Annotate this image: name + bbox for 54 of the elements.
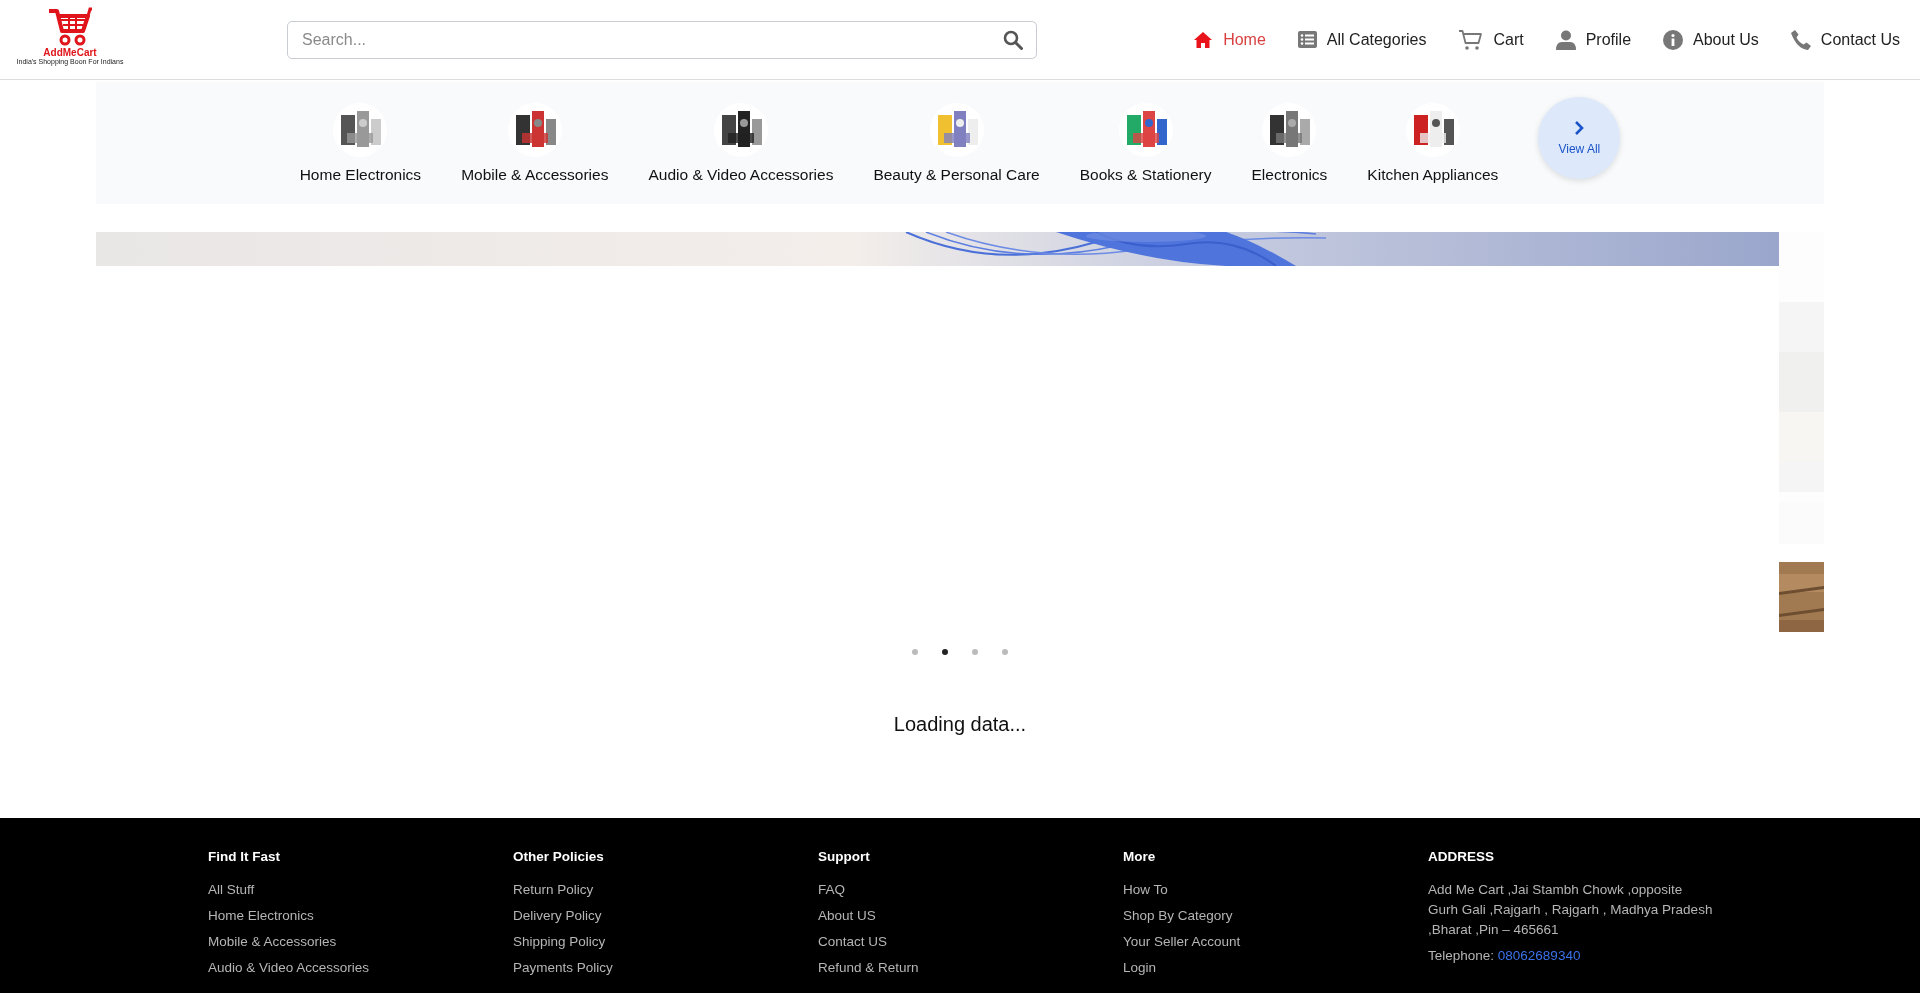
footer-link[interactable]: Mobile & Accessories	[208, 929, 337, 955]
footer-link[interactable]: Shop By Category	[1123, 903, 1233, 929]
category-link[interactable]: Kitchen Appliances	[1367, 165, 1499, 184]
carousel-dot[interactable]	[912, 649, 918, 655]
footer-link[interactable]: Delivery Policy	[513, 903, 602, 929]
nav-link[interactable]: Home	[1193, 30, 1266, 49]
footer-link[interactable]: Contact US	[818, 929, 888, 955]
footer-link[interactable]: How To	[1123, 877, 1168, 903]
nav-link[interactable]: About Us	[1663, 29, 1759, 50]
search-field[interactable]: Search...	[287, 20, 1037, 59]
category-link[interactable]: Electronics	[1251, 165, 1328, 184]
footer-link[interactable]: FAQ	[818, 877, 845, 903]
footer-link[interactable]: Shipping Policy	[513, 929, 606, 955]
category-link[interactable]: Books & Stationery	[1079, 165, 1212, 184]
carousel-dot[interactable]	[942, 649, 948, 655]
phone-link[interactable]: 08062689340	[1497, 948, 1581, 963]
footer-link[interactable]: Refund & Return	[818, 955, 919, 981]
logo-text[interactable]: AddMeCart	[43, 46, 97, 58]
home-icon	[1193, 30, 1214, 49]
footer-heading: Find It Fast	[208, 848, 280, 866]
footer-link[interactable]: Your Seller Account	[1123, 929, 1241, 955]
info-icon	[1663, 29, 1684, 50]
cart-logo-icon	[47, 6, 93, 47]
footer-heading: Other Policies	[513, 848, 604, 866]
user-icon	[1555, 29, 1576, 50]
nav-link[interactable]: All Categories	[1297, 30, 1427, 49]
nav-link[interactable]: Profile	[1555, 29, 1632, 50]
category-link[interactable]: Audio & Video Accessories	[648, 165, 834, 184]
search-icon[interactable]	[1003, 29, 1023, 50]
address-text: Add Me Cart ,Jai Stambh Chowk ,opposite Gurh Gali ,Rajgarh , Rajgarh , Madhya Pradesh ,Bharat ,Pin – 465661	[1428, 881, 1713, 939]
category-link[interactable]: Home Electronics	[299, 165, 422, 184]
phone-icon	[1790, 29, 1811, 50]
footer-link[interactable]: Login	[1123, 955, 1157, 981]
category-link[interactable]: Mobile & Accessories	[461, 165, 609, 184]
nav-link[interactable]: Cart	[1458, 28, 1524, 51]
view-all-button[interactable]: View All	[1538, 97, 1621, 179]
footer-link[interactable]: Return Policy	[513, 877, 594, 903]
cart-icon	[1458, 28, 1484, 51]
footer-link[interactable]: All Stuff	[208, 877, 255, 903]
telephone-text: Telephone: 08062689340	[1428, 947, 1581, 965]
list-icon	[1297, 31, 1317, 48]
chevron-right-icon	[1574, 120, 1585, 136]
category-link[interactable]: Beauty & Personal Care	[873, 165, 1040, 184]
footer-link[interactable]: Audio & Video Accessories	[208, 955, 370, 981]
footer-heading: More	[1123, 848, 1156, 866]
nav-link[interactable]: Contact Us	[1790, 29, 1900, 50]
loading-text: Loading data...	[893, 713, 1027, 736]
carousel-dot[interactable]	[972, 649, 978, 655]
footer-link[interactable]: Payments Policy	[513, 955, 613, 981]
footer-link[interactable]: About US	[818, 903, 876, 929]
footer-link[interactable]: Home Electronics	[208, 903, 314, 929]
carousel-dot[interactable]	[1002, 649, 1008, 655]
footer-heading: ADDRESS	[1428, 848, 1494, 866]
footer-heading: Support	[818, 848, 870, 866]
